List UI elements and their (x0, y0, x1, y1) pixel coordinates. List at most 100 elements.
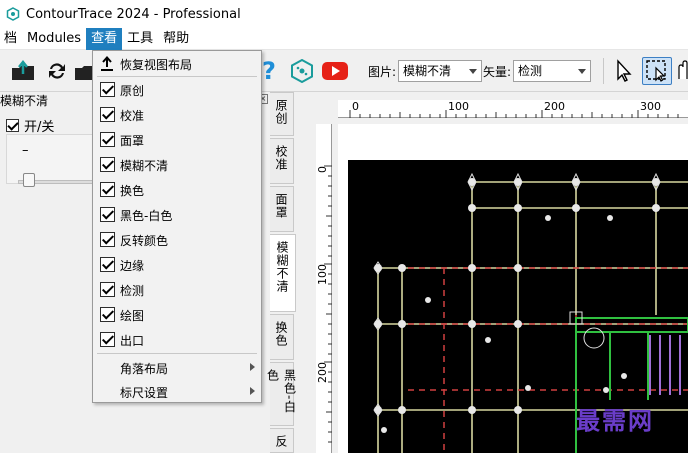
menu-item-restore-layout[interactable]: 恢复视图布局 (93, 51, 261, 76)
view-menu-dropdown: 恢复视图布局 原创 校准 面罩 模糊不清 换色 黑色-白色 反转颜色 边缘 检测… (92, 50, 262, 403)
menu-tools[interactable]: 工具 (122, 28, 158, 50)
window-title: ContourTrace 2024 - Professional (26, 6, 241, 22)
tab-black-white[interactable]: 黑色-白色 (266, 362, 297, 426)
tab-blur[interactable]: 模糊不清 (270, 234, 296, 312)
original-checkbox[interactable] (100, 82, 115, 97)
pointer-tool-icon[interactable] (611, 58, 637, 84)
menu-item-draw[interactable]: 绘图 (93, 302, 261, 327)
watermark-text: 最需网 (576, 407, 654, 435)
menu-item-invert[interactable]: 反转颜色 (93, 227, 261, 252)
image-mode-select[interactable]: 模糊不清 (398, 60, 482, 82)
blur-settings-box (6, 134, 94, 184)
module-tabs: 原创 校准 面罩 模糊不清 换色 黑色-白色 反 (266, 92, 297, 453)
menu-item-label: 恢复视图布局 (120, 58, 193, 72)
menu-item-label: 面罩 (120, 134, 145, 148)
menu-item-color-swap[interactable]: 换色 (93, 177, 261, 202)
chevron-down-icon (469, 69, 477, 74)
menu-item-edges[interactable]: 边缘 (93, 252, 261, 277)
tab-label: 面罩 (274, 193, 288, 219)
chevron-right-icon (250, 363, 255, 371)
blur-toggle-checkbox[interactable] (6, 119, 19, 132)
edges-checkbox[interactable] (100, 257, 115, 272)
menu-item-label: 角落布局 (120, 362, 169, 376)
blur-checkbox[interactable] (100, 157, 115, 172)
app-logo-icon (6, 7, 20, 21)
svg-text:?: ? (262, 58, 276, 84)
menu-item-corner-layout[interactable]: 角落布局 (93, 355, 261, 380)
tab-label: 校准 (274, 145, 288, 171)
image-mode-value: 模糊不清 (403, 64, 452, 78)
tab-color-swap[interactable]: 换色 (270, 314, 294, 360)
panel-title: 模糊不清 (0, 94, 49, 108)
calibrate-checkbox[interactable] (100, 107, 115, 122)
menu-item-ruler-settings[interactable]: 标尺设置 (93, 379, 261, 404)
menu-item-blur[interactable]: 模糊不清 (93, 152, 261, 177)
draw-checkbox[interactable] (100, 307, 115, 322)
menu-item-mask[interactable]: 面罩 (93, 127, 261, 152)
vector-mode-value: 检测 (518, 64, 543, 78)
ruler-tick-label: 100 (316, 264, 329, 285)
tab-calibrate[interactable]: 校准 (270, 138, 294, 184)
tab-original[interactable]: 原创 (270, 92, 294, 136)
vector-mode-select[interactable]: 检测 (513, 60, 591, 82)
menu-divider (97, 353, 257, 354)
menu-help[interactable]: 帮助 (158, 28, 194, 50)
tab-mask[interactable]: 面罩 (270, 186, 294, 232)
color-swap-checkbox[interactable] (100, 182, 115, 197)
detect-checkbox[interactable] (100, 282, 115, 297)
tab-label: 原创 (274, 99, 288, 125)
menu-item-export[interactable]: 出口 (93, 327, 261, 352)
export-checkbox[interactable] (100, 332, 115, 347)
menu-item-label: 边缘 (120, 259, 145, 273)
ruler-tick-label: 0 (352, 100, 359, 113)
drawing-area: 0 100 200 300 0 100 200 最需网 (296, 92, 688, 453)
export-folder-icon[interactable] (74, 58, 92, 84)
pan-hand-icon[interactable] (676, 58, 688, 84)
ruler-tick-label: 300 (640, 100, 661, 113)
menu-item-label: 绘图 (120, 309, 145, 323)
blur-toggle[interactable]: 开/关 (6, 116, 54, 135)
tab-invert[interactable]: 反 (270, 428, 294, 453)
blur-toggle-label: 开/关 (24, 120, 55, 135)
menu-item-black-white[interactable]: 黑色-白色 (93, 202, 261, 227)
plugin-icon[interactable] (289, 58, 315, 84)
menu-item-label: 黑色-白色 (120, 209, 173, 223)
ruler-vertical-ticks (324, 165, 332, 443)
invert-checkbox[interactable] (100, 232, 115, 247)
menu-item-calibrate[interactable]: 校准 (93, 102, 261, 127)
title-bar: ContourTrace 2024 - Professional (0, 0, 688, 28)
menu-item-label: 模糊不清 (120, 159, 169, 173)
app-window: ContourTrace 2024 - Professional 档 Modul… (0, 0, 688, 453)
tab-label: 换色 (274, 321, 288, 347)
tab-label: 黑色-白色 (265, 369, 297, 414)
menu-file[interactable]: 档 (0, 28, 22, 50)
menu-modules[interactable]: Modules (22, 28, 86, 50)
menu-item-label: 检测 (120, 284, 145, 298)
youtube-icon[interactable] (322, 58, 348, 84)
select-tool-icon[interactable] (642, 57, 672, 85)
ruler-tick-label: 200 (316, 362, 329, 383)
menu-bar: 档 Modules 查看 工具 帮助 (0, 27, 688, 50)
ruler-vertical: 0 100 200 (316, 124, 332, 453)
ruler-horizontal: 0 100 200 300 (338, 100, 688, 118)
blur-slider-handle[interactable] (23, 173, 35, 187)
blur-amount-label: – (22, 143, 29, 158)
menu-item-label: 换色 (120, 184, 145, 198)
tab-label: 模糊不清 (275, 241, 289, 293)
chevron-right-icon (250, 387, 255, 395)
ruler-horizontal-ticks (349, 110, 679, 118)
menu-item-label: 标尺设置 (120, 386, 169, 400)
menu-item-label: 原创 (120, 84, 145, 98)
mask-checkbox[interactable] (100, 132, 115, 147)
menu-item-detect[interactable]: 检测 (93, 277, 261, 302)
menu-view[interactable]: 查看 (86, 27, 123, 50)
restore-upload-icon (99, 55, 115, 72)
tab-label: 反 (274, 435, 288, 448)
ruler-tick-label: 100 (448, 100, 469, 113)
menu-item-label: 校准 (120, 109, 145, 123)
refresh-icon[interactable] (44, 58, 70, 84)
menu-item-label: 反转颜色 (120, 234, 169, 248)
black-white-checkbox[interactable] (100, 207, 115, 222)
open-folder-icon[interactable] (10, 58, 36, 84)
menu-item-original[interactable]: 原创 (93, 77, 261, 102)
